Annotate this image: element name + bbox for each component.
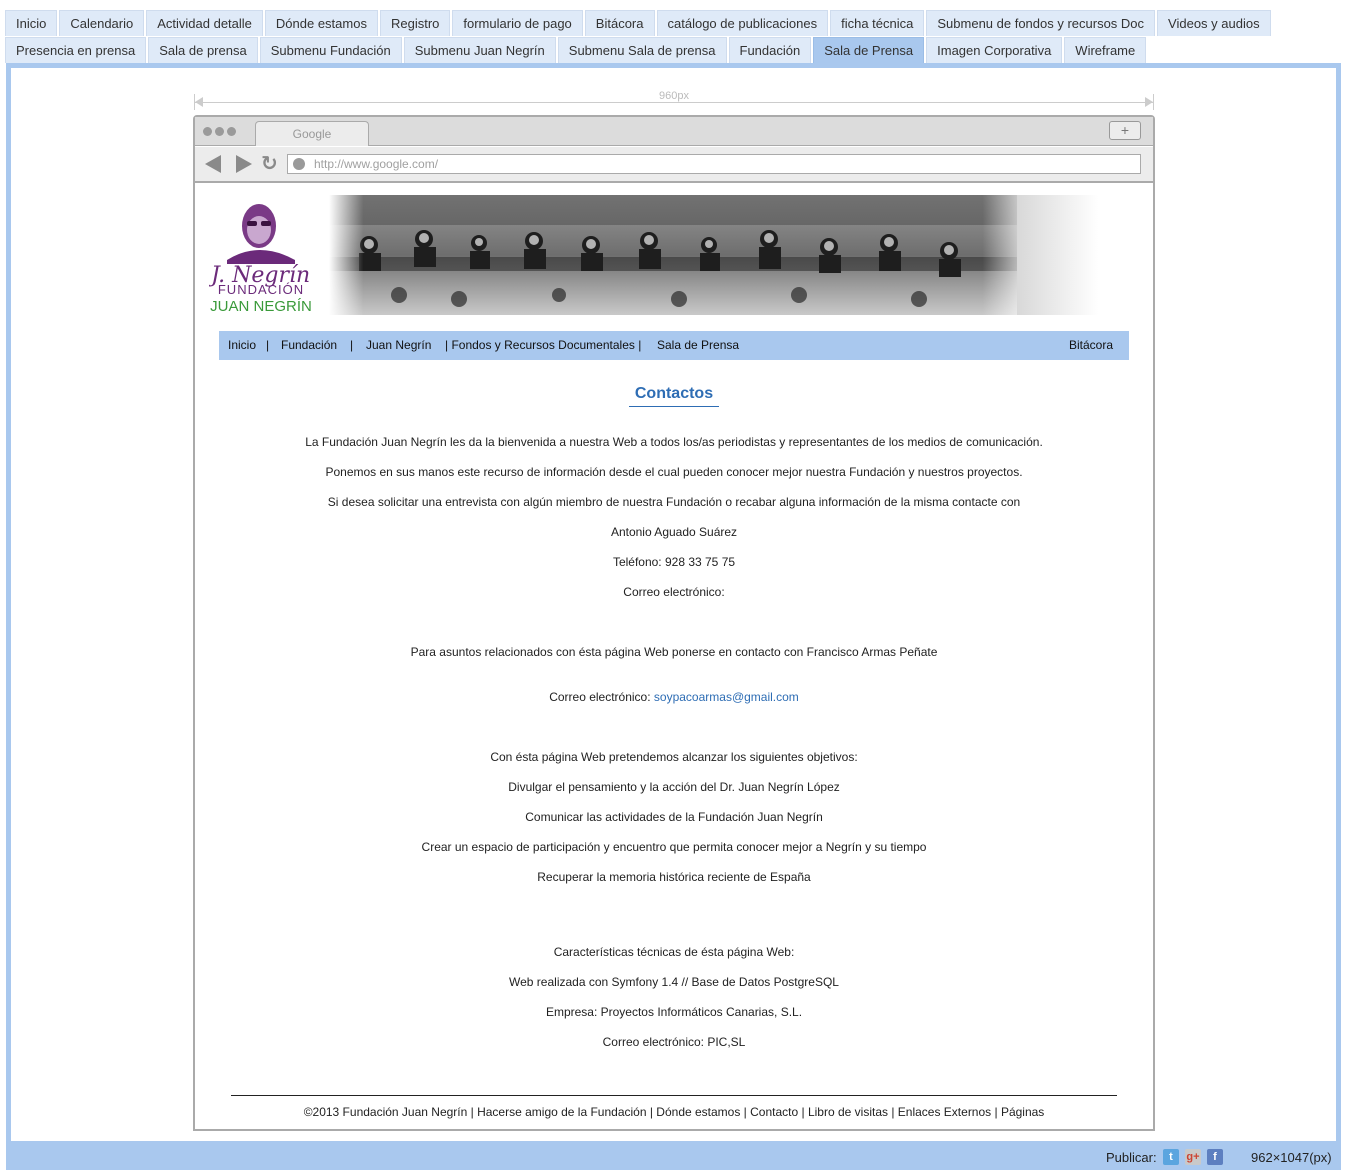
menu-item-bitacora[interactable]: Bitácora <box>1069 338 1113 352</box>
menu-item-fundacion[interactable]: Fundación <box>281 338 337 352</box>
tab-formulario-de-pago[interactable]: formulario de pago <box>452 10 583 36</box>
tab-inicio[interactable]: Inicio <box>5 10 58 36</box>
ruler-line <box>194 102 1154 103</box>
site-footer[interactable]: ©2013 Fundación Juan Negrín | Hacerse am… <box>195 1105 1153 1119</box>
email-label: Correo electrónico: <box>549 690 654 704</box>
site-info-icon <box>293 158 305 170</box>
page-title: Contactos <box>628 385 720 407</box>
menu-separator: | <box>350 338 354 352</box>
page-heading: Contactos <box>195 385 1153 407</box>
tab-sala-de-prensa-active[interactable]: Sala de Prensa <box>813 37 925 63</box>
back-arrow-icon[interactable] <box>205 155 221 173</box>
canvas-dimensions: 962×1047(px) <box>1251 1150 1332 1165</box>
tab-registro[interactable]: Registro <box>379 10 451 36</box>
tabs-row-2: Presencia en prensa Sala de prensa Subme… <box>5 37 1148 63</box>
browser-mockup: Google + ↻ http://www.google.com/ J. Neg… <box>193 115 1155 1131</box>
tabs-row-1: Inicio Calendario Actividad detalle Dónd… <box>5 10 1273 36</box>
objective-item: Recuperar la memoria histórica reciente … <box>537 870 811 884</box>
contact-email: Correo electrónico: <box>623 585 725 599</box>
menu-item-juan-negrin[interactable]: Juan Negrín <box>366 338 431 352</box>
tab-submenu-juan-negrin[interactable]: Submenu Juan Negrín <box>403 37 556 63</box>
tech-title: Características técnicas de ésta página … <box>553 945 795 959</box>
tab-catalogo-de-publicaciones[interactable]: catálogo de publicaciones <box>656 10 829 36</box>
browser-tab[interactable]: Google <box>255 121 369 146</box>
content-paragraph: Ponemos en sus manos este recurso de inf… <box>325 465 1023 479</box>
tab-presencia-en-prensa[interactable]: Presencia en prensa <box>5 37 147 63</box>
tab-imagen-corporativa[interactable]: Imagen Corporativa <box>926 37 1063 63</box>
contact-name: Antonio Aguado Suárez <box>610 525 738 539</box>
google-plus-icon[interactable]: g+ <box>1185 1149 1201 1165</box>
tab-wireframe[interactable]: Wireframe <box>1064 37 1147 63</box>
width-ruler: 960px <box>194 90 1154 110</box>
browser-tab-bar: Google + <box>195 117 1153 146</box>
new-tab-button[interactable]: + <box>1109 121 1141 140</box>
publish-label: Publicar: <box>1106 1150 1157 1165</box>
objective-item: Crear un espacio de participación y encu… <box>421 840 927 854</box>
bottom-status-bar: Publicar: t g+ f 962×1047(px) <box>6 1146 1341 1170</box>
tab-actividad-detalle[interactable]: Actividad detalle <box>146 10 263 36</box>
tech-item: Web realizada con Symfony 1.4 // Base de… <box>509 975 839 989</box>
logo-juan-negrin: JUAN NEGRÍN <box>210 298 312 315</box>
menu-item-sala-de-prensa[interactable]: Sala de Prensa <box>657 338 739 352</box>
window-dots-icon <box>203 127 236 136</box>
webmaster-email-line: Correo electrónico: soypacoarmas@gmail.c… <box>195 690 1153 704</box>
webmaster-email-link[interactable]: soypacoarmas@gmail.com <box>654 690 799 704</box>
content-paragraph: La Fundación Juan Negrín les da la bienv… <box>305 435 1043 449</box>
content-paragraph: Para asuntos relacionados con ésta págin… <box>410 645 938 659</box>
ruler-label: 960px <box>659 90 689 102</box>
menu-separator: | <box>266 338 270 352</box>
tab-submenu-fondos[interactable]: Submenu de fondos y recursos Doc <box>926 10 1156 36</box>
menu-item-inicio[interactable]: Inicio <box>228 338 256 352</box>
header-banner-photo <box>329 195 1017 315</box>
reload-icon[interactable]: ↻ <box>261 154 281 174</box>
facebook-icon[interactable]: f <box>1207 1149 1223 1165</box>
tab-calendario[interactable]: Calendario <box>59 10 145 36</box>
objective-item: Comunicar las actividades de la Fundació… <box>525 810 823 824</box>
tab-ficha-tecnica[interactable]: ficha técnica <box>830 10 925 36</box>
contact-phone: Teléfono: 928 33 75 75 <box>612 555 736 569</box>
tab-bitacora[interactable]: Bitácora <box>584 10 655 36</box>
banner-fade <box>1017 195 1153 315</box>
twitter-icon[interactable]: t <box>1163 1149 1179 1165</box>
browser-nav-bar: ↻ http://www.google.com/ <box>195 147 1153 183</box>
tab-fundacion[interactable]: Fundación <box>728 37 812 63</box>
url-text: http://www.google.com/ <box>314 157 439 171</box>
objectives-title: Con ésta página Web pretendemos alcanzar… <box>490 750 858 764</box>
tab-submenu-sala-de-prensa[interactable]: Submenu Sala de prensa <box>557 37 727 63</box>
tech-item: Correo electrónico: PIC,SL <box>602 1035 746 1049</box>
site-menu-bar: Inicio | Fundación | Juan Negrín | Fondo… <box>219 331 1129 360</box>
objective-item: Divulgar el pensamiento y la acción del … <box>508 780 840 794</box>
forward-arrow-icon[interactable] <box>236 155 252 173</box>
footer-divider <box>231 1095 1117 1096</box>
tab-donde-estamos[interactable]: Dónde estamos <box>264 10 378 36</box>
fundacion-logo: J. Negrín FUNDACIÓN JUAN NEGRÍN <box>209 204 312 315</box>
tech-item: Empresa: Proyectos Informáticos Canarias… <box>545 1005 803 1019</box>
url-bar[interactable]: http://www.google.com/ <box>287 154 1141 174</box>
content-paragraph: Si desea solicitar una entrevista con al… <box>327 495 1021 509</box>
tab-sala-de-prensa[interactable]: Sala de prensa <box>148 37 258 63</box>
tab-videos-y-audios[interactable]: Videos y audios <box>1157 10 1271 36</box>
menu-item-fondos[interactable]: | Fondos y Recursos Documentales | <box>445 338 641 352</box>
tab-submenu-fundacion[interactable]: Submenu Fundación <box>259 37 402 63</box>
logo-fundacion: FUNDACIÓN <box>218 282 304 297</box>
